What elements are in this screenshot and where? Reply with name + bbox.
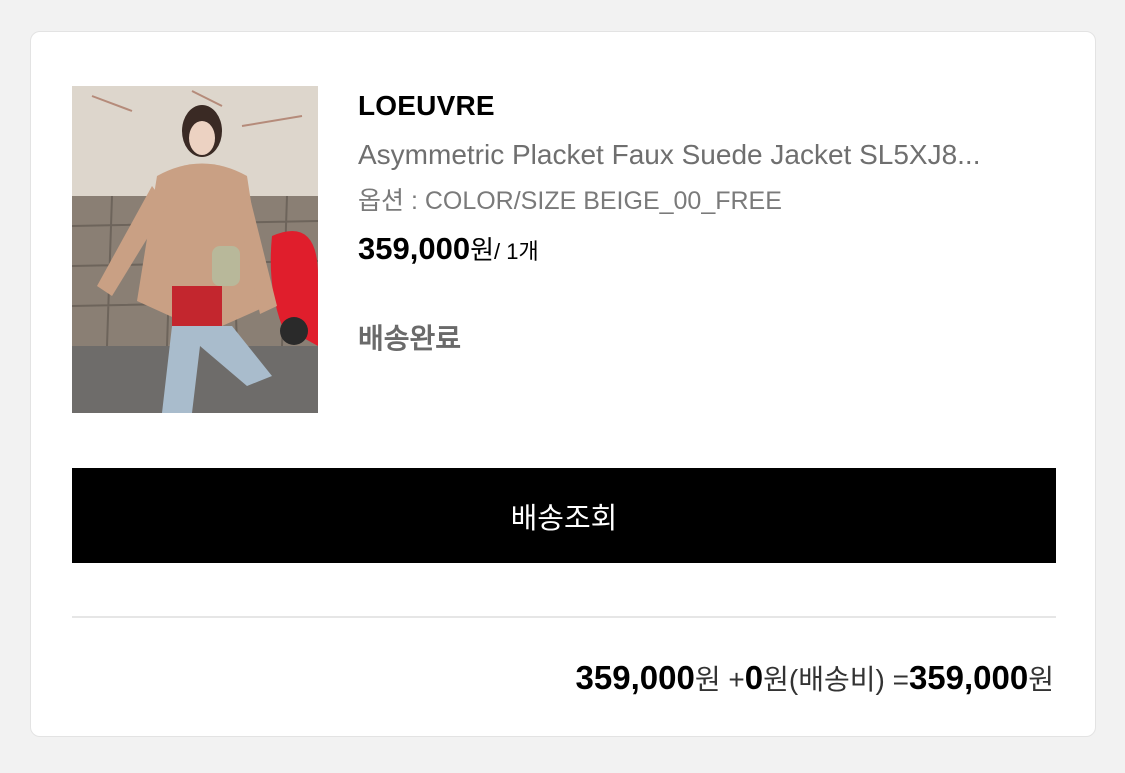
shipping-fee: 0: [744, 659, 764, 696]
product-image[interactable]: [72, 86, 318, 413]
divider: [72, 616, 1056, 618]
product-option: 옵션 : COLOR/SIZE BEIGE_00_FREE: [358, 187, 782, 215]
delivery-status: 배송완료: [358, 323, 462, 354]
product-photo-icon: [72, 86, 318, 413]
product-name[interactable]: Asymmetric Placket Faux Suede Jacket SL5…: [358, 138, 1058, 172]
order-total-summary: 359,000원 +0원(배송비) =359,000원: [576, 659, 1054, 699]
grand-total-unit: 원: [1028, 664, 1054, 695]
shipping-fee-unit: 원(배송비) =: [763, 664, 909, 695]
order-item-card: LOEUVRE Asymmetric Placket Faux Suede Ja…: [30, 31, 1096, 737]
product-info: LOEUVRE Asymmetric Placket Faux Suede Ja…: [358, 88, 1058, 356]
price-line: 359,000원/ 1개: [358, 232, 1058, 272]
product-quantity: / 1개: [493, 239, 539, 264]
product-price: 359,000: [358, 231, 471, 266]
price-currency: 원: [470, 235, 494, 265]
grand-total: 359,000: [908, 659, 1029, 696]
brand-name[interactable]: LOEUVRE: [358, 88, 1058, 124]
item-total-unit: 원: [694, 664, 721, 695]
item-total: 359,000: [575, 659, 695, 696]
plus-sign: +: [720, 664, 745, 695]
track-delivery-button[interactable]: 배송조회: [72, 468, 1056, 563]
